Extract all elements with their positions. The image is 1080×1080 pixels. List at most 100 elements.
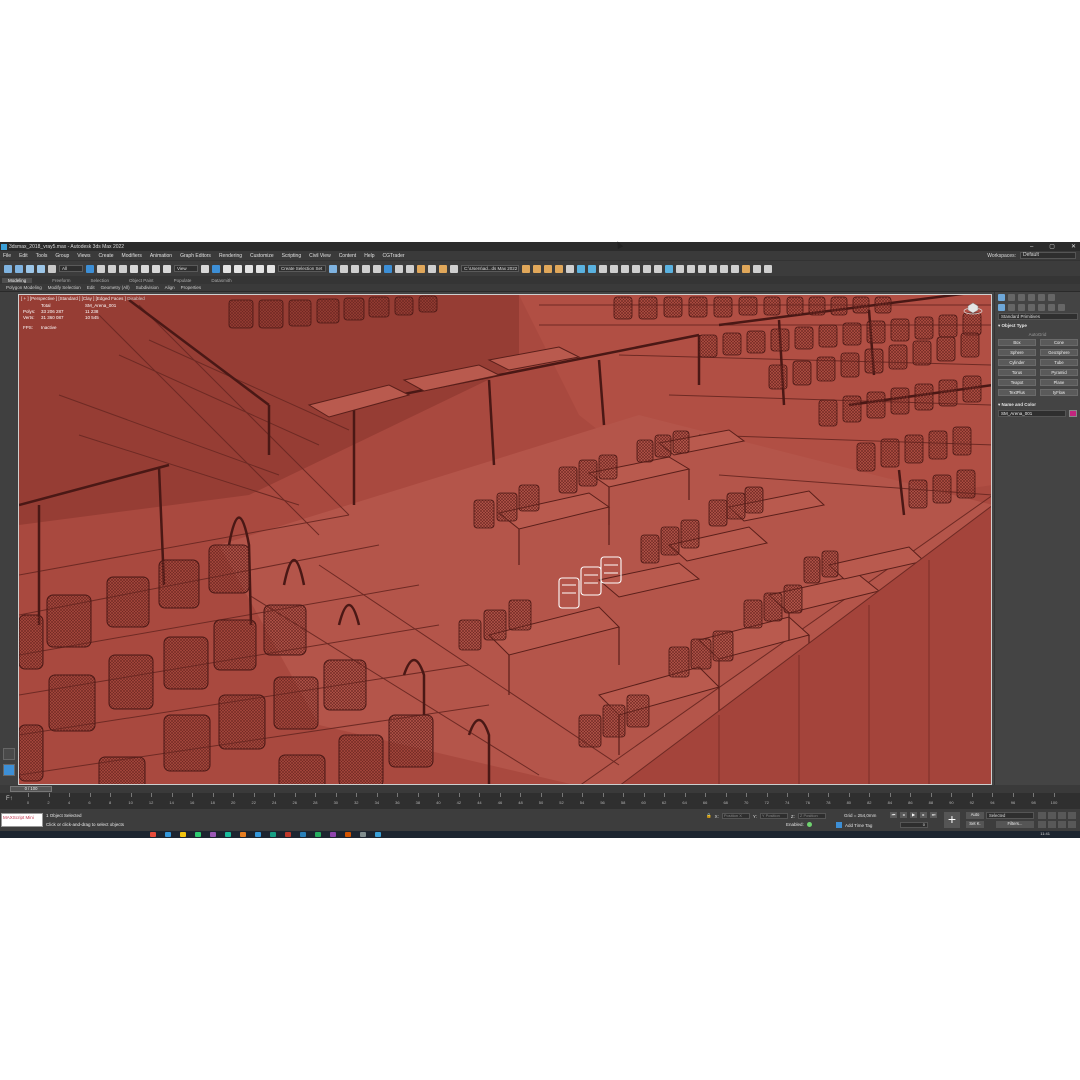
close-button[interactable]: ✕ — [1071, 243, 1076, 250]
set-key-button[interactable]: Set K. — [966, 821, 984, 828]
geometry-icon[interactable] — [998, 303, 1005, 311]
vray-clipper-icon[interactable] — [665, 264, 673, 273]
menu-group[interactable]: Group — [55, 253, 69, 259]
object-name-field[interactable]: SM_Arena_001 — [998, 410, 1066, 417]
taskbar-app-icon[interactable] — [150, 832, 156, 837]
undo-icon[interactable] — [4, 264, 12, 273]
project-folder-icon[interactable] — [555, 264, 563, 273]
ribbon-tab-modeling[interactable]: Modeling — [2, 277, 33, 283]
menu-create[interactable]: Create — [99, 253, 114, 259]
snap-toggle-icon[interactable] — [223, 264, 231, 273]
taskbar-app-icon[interactable] — [210, 832, 216, 837]
align-icon[interactable] — [340, 264, 348, 273]
orbit-icon[interactable] — [1058, 821, 1066, 828]
mini-curve-editor-icon[interactable]: F↑ — [6, 796, 13, 802]
menu-edit[interactable]: Edit — [19, 253, 28, 259]
sphere-button[interactable]: Sphere — [998, 349, 1036, 356]
y-coordinate-field[interactable]: Y Position — [759, 813, 788, 819]
menu-views[interactable]: Views — [77, 253, 90, 259]
geosphere-button[interactable]: GeoSphere — [1040, 349, 1078, 356]
percent-snap-icon[interactable] — [245, 264, 253, 273]
schematic-view-icon[interactable] — [395, 264, 403, 273]
menu-civil-view[interactable]: Civil View — [309, 253, 331, 259]
move-icon[interactable] — [130, 264, 138, 273]
zoom-extents-icon[interactable] — [1058, 812, 1066, 819]
ribbon-edit[interactable]: Edit — [87, 285, 95, 290]
enabled-toggle-icon[interactable] — [806, 822, 812, 827]
zoom-all-icon[interactable] — [1048, 812, 1056, 819]
vray-lister-icon[interactable] — [709, 264, 717, 273]
name-color-rollout-title[interactable]: ▾ Name and Color — [995, 400, 1080, 410]
box-button[interactable]: Box — [998, 339, 1036, 346]
viewcube-icon[interactable] — [963, 301, 983, 315]
curve-editor-icon[interactable] — [384, 264, 392, 273]
primitive-category-dropdown[interactable]: Standard Primitives — [998, 313, 1078, 320]
set-project-icon[interactable] — [544, 264, 552, 273]
help-icon[interactable] — [764, 264, 772, 273]
play-icon[interactable]: ▶ — [910, 812, 917, 818]
taskbar-app-icon[interactable] — [255, 832, 261, 837]
zoom-icon[interactable] — [1038, 812, 1046, 819]
cylinder-button[interactable]: Cylinder — [998, 359, 1036, 366]
rendered-frame-icon[interactable] — [428, 264, 436, 273]
key-filters-button[interactable]: Filters... — [996, 821, 1034, 828]
plane-button[interactable]: Plane — [1040, 379, 1078, 386]
vray-sun-icon[interactable] — [588, 264, 596, 273]
ribbon-tab-object-paint[interactable]: Object Paint — [129, 278, 154, 283]
lock-selection-icon[interactable]: 🔒 — [706, 813, 712, 819]
ribbon-tab-selection[interactable]: Selection — [91, 278, 110, 283]
viewport-layout-button[interactable] — [3, 748, 15, 760]
add-time-tag-label[interactable]: Add Time Tag — [845, 823, 872, 828]
taskbar-app-icon[interactable] — [225, 832, 231, 837]
vray-icon[interactable] — [566, 264, 574, 273]
textplus-button[interactable]: TextPlus — [998, 389, 1036, 396]
previous-frame-icon[interactable]: ◂ — [900, 812, 907, 818]
go-to-start-icon[interactable]: ⏮ — [890, 812, 897, 818]
edit-named-selection-icon[interactable] — [267, 264, 275, 273]
taskbar-app-icon[interactable] — [285, 832, 291, 837]
tube-button[interactable]: Tube — [1040, 359, 1078, 366]
shapes-icon[interactable] — [1008, 303, 1015, 311]
vray-vision-icon[interactable] — [720, 264, 728, 273]
autogrid-checkbox[interactable]: AutoGrid — [995, 331, 1080, 339]
ribbon-align[interactable]: Align — [165, 285, 175, 290]
mirror-icon[interactable] — [329, 264, 337, 273]
pyramid-button[interactable]: Pyramid — [1040, 369, 1078, 376]
taskbar-app-icon[interactable] — [240, 832, 246, 837]
ribbon-modify-selection[interactable]: Modify Selection — [48, 285, 81, 290]
scene-explorer-icon[interactable] — [362, 264, 370, 273]
create-tab-icon[interactable] — [998, 293, 1005, 301]
select-manipulate-icon[interactable] — [212, 264, 220, 273]
vray-sphere-icon[interactable] — [610, 264, 618, 273]
select-by-name-icon[interactable] — [97, 264, 105, 273]
vray-mesh-export-icon[interactable] — [687, 264, 695, 273]
minimize-button[interactable]: – — [1030, 244, 1033, 250]
bind-spacewarp-icon[interactable] — [48, 264, 56, 273]
script-listener-icon[interactable] — [753, 264, 761, 273]
set-key-icon[interactable]: + — [944, 812, 960, 828]
unlink-icon[interactable] — [37, 264, 45, 273]
vray-plane-icon[interactable] — [621, 264, 629, 273]
menu-cgtrader[interactable]: CGTrader — [383, 253, 405, 259]
window-crossing-icon[interactable] — [119, 264, 127, 273]
menu-animation[interactable]: Animation — [150, 253, 172, 259]
maximize-button[interactable]: ▢ — [1049, 243, 1055, 250]
taskbar-app-icon[interactable] — [330, 832, 336, 837]
selection-filter-dropdown[interactable]: All — [59, 265, 83, 272]
taskbar-app-icon[interactable] — [300, 832, 306, 837]
ribbon-polygon-modeling[interactable]: Polygon Modeling — [6, 285, 42, 290]
open-folder-icon[interactable] — [522, 264, 530, 273]
object-type-rollout-title[interactable]: ▾ Object Type — [995, 321, 1080, 331]
redo-icon[interactable] — [15, 264, 23, 273]
perspective-viewport[interactable]: [ + ] [Perspective ] [Standard ] [Clay ]… — [18, 294, 992, 785]
torus-button[interactable]: Torus — [998, 369, 1036, 376]
teapot-button[interactable]: Teapot — [998, 379, 1036, 386]
spinner-snap-icon[interactable] — [256, 264, 264, 273]
pan-icon[interactable] — [1048, 821, 1056, 828]
ribbon-tab-datasmith[interactable]: Datasmith — [211, 278, 231, 283]
project-icon[interactable] — [533, 264, 541, 273]
menu-modifiers[interactable]: Modifiers — [122, 253, 142, 259]
project-folder-dropdown[interactable]: C:\Users\ad...ds Max 2022 — [461, 265, 519, 272]
cameras-icon[interactable] — [1028, 303, 1035, 311]
spacewarps-icon[interactable] — [1048, 303, 1055, 311]
